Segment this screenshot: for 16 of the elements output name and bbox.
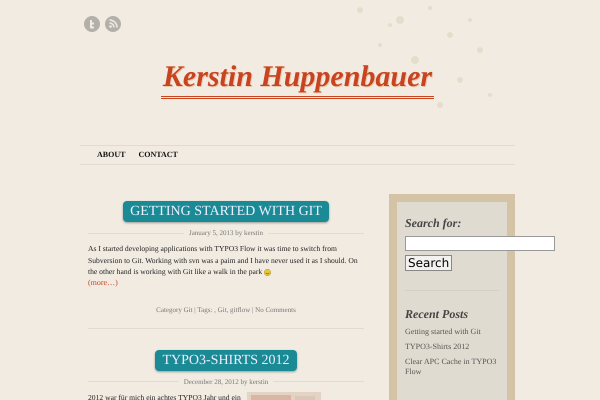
nav-link[interactable]: CONTACT [138, 150, 178, 160]
post-title[interactable]: TYPO3-SHIRTS 2012 [155, 350, 297, 370]
rss-icon[interactable] [105, 16, 121, 32]
recent-post-link[interactable]: Getting started with Git [405, 327, 499, 337]
smiley-icon [264, 268, 272, 276]
recent-post-link[interactable]: Clear APC Cache in TYPO3 Flow [405, 357, 499, 377]
site-title[interactable]: Kerstin Huppenbauer [160, 60, 434, 99]
search-field[interactable] [405, 236, 555, 251]
nav-link[interactable]: ABOUT [97, 150, 126, 160]
twitter-icon[interactable] [84, 16, 100, 32]
widget-heading: Recent Posts [405, 307, 469, 322]
widget-heading: Search for: [405, 216, 462, 231]
search-button[interactable]: Search [405, 255, 452, 271]
recent-post-link[interactable]: TYPO3-Shirts 2012 [405, 342, 499, 352]
post-title[interactable]: GETTING STARTED WITH GIT [123, 201, 329, 222]
read-more-link[interactable]: (more…) [88, 278, 364, 286]
